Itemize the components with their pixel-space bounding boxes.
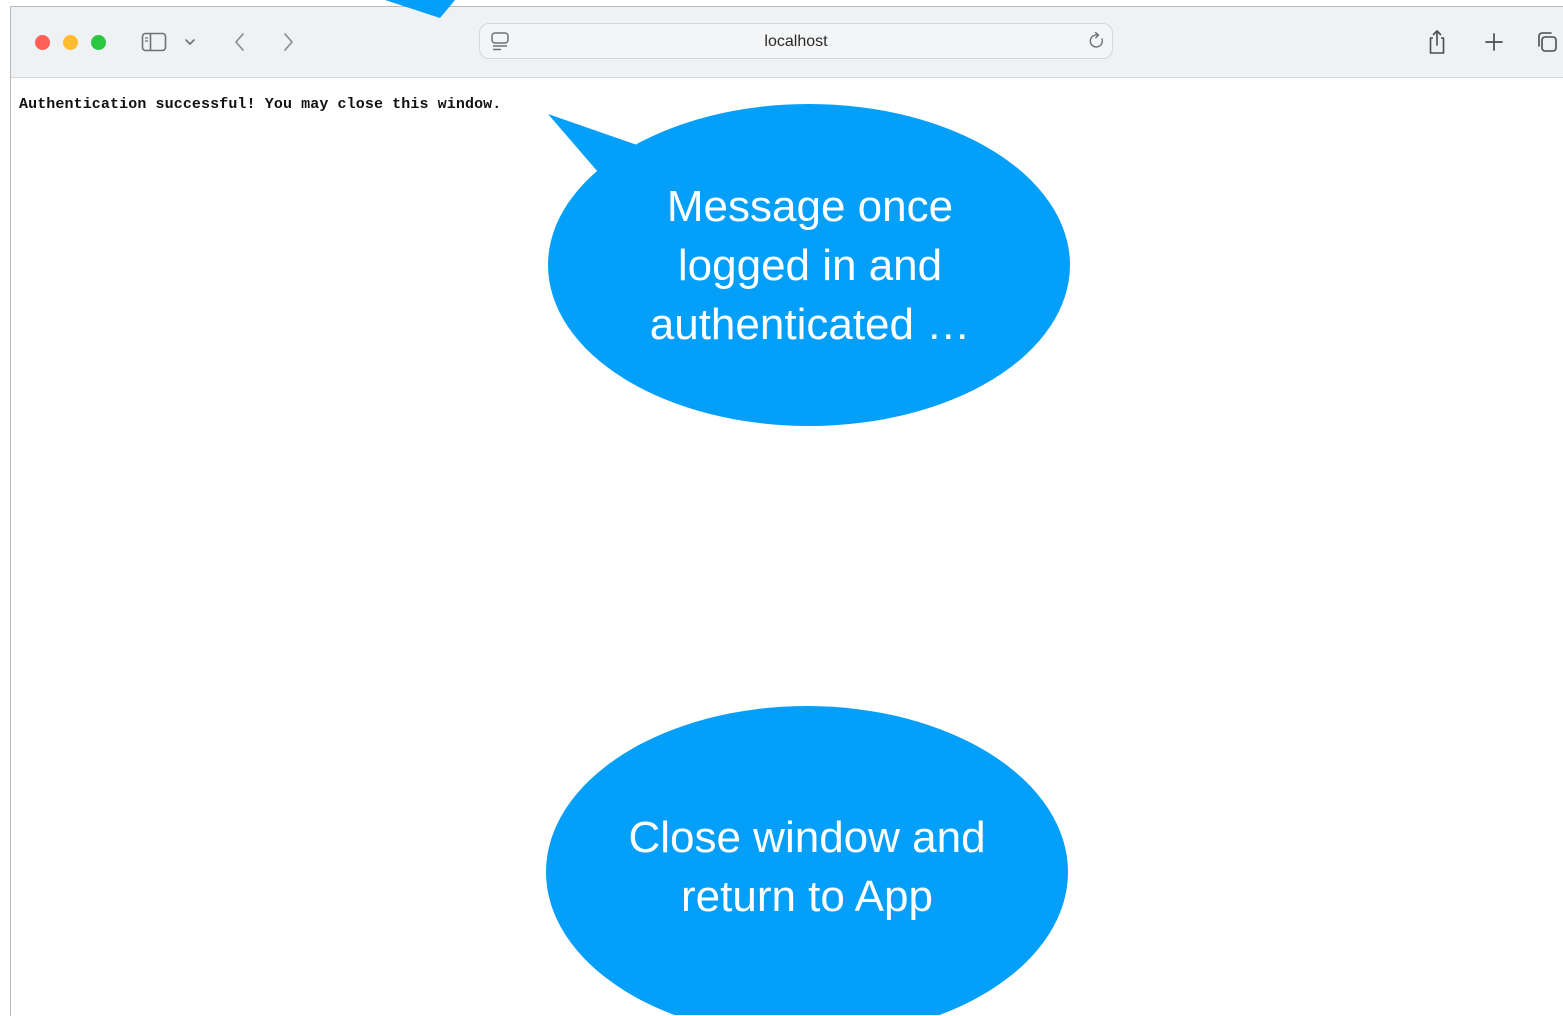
address-text[interactable]: localhost [480,24,1112,60]
tab-overview-icon [1538,32,1557,52]
share-button[interactable] [1422,27,1452,57]
chevron-right-icon [284,33,293,51]
tab-group-menu-button[interactable] [179,27,201,57]
close-callout-line-1: Close window and [628,813,986,862]
message-callout-text: Message once logged in and authenticated… [560,177,1060,354]
reload-icon [1089,31,1104,48]
maximize-window-button[interactable] [91,35,106,50]
sidebar-toggle-button[interactable] [139,27,169,57]
address-bar[interactable]: localhost [479,23,1113,59]
close-callout-text: Close window and return to App [557,808,1057,926]
forward-button[interactable] [273,27,303,57]
reload-button[interactable] [1086,30,1108,57]
browser-toolbar: localhost [11,7,1563,78]
new-tab-button[interactable] [1479,27,1509,57]
back-button[interactable] [225,27,255,57]
sidebar-icon [141,32,167,52]
close-callout-line-2: return to App [681,872,933,921]
minimize-window-button[interactable] [63,35,78,50]
share-icon [1429,30,1445,54]
chevron-down-icon [185,39,195,45]
authentication-message: Authentication successful! You may close… [19,96,502,113]
tab-overview-button[interactable] [1532,27,1562,57]
chevron-left-icon [235,33,244,51]
message-callout-line-1: Message once [666,182,954,231]
close-window-button[interactable] [35,35,50,50]
message-callout-line-3: authenticated … [649,300,971,349]
message-callout-line-2: logged in and [677,241,943,290]
plus-icon [1485,33,1503,51]
